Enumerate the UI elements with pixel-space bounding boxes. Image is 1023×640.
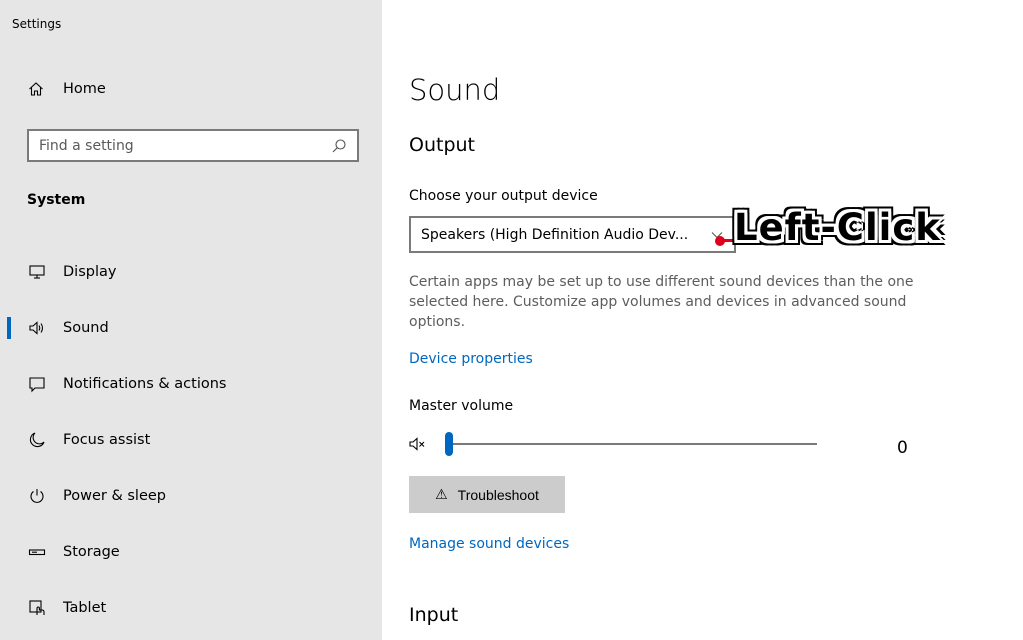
troubleshoot-button[interactable]: ⚠ Troubleshoot xyxy=(409,476,565,513)
manage-sound-devices-link[interactable]: Manage sound devices xyxy=(409,536,569,552)
sidebar-item-label: Sound xyxy=(63,320,109,336)
mute-icon[interactable] xyxy=(409,435,429,455)
search-box[interactable] xyxy=(27,129,359,162)
sidebar-item-label: Storage xyxy=(63,544,120,560)
device-properties-link[interactable]: Device properties xyxy=(409,351,533,367)
master-volume-label: Master volume xyxy=(409,398,514,414)
output-heading: Output xyxy=(409,134,475,156)
output-help-text: Certain apps may be set up to use differ… xyxy=(409,274,914,330)
output-device-dropdown[interactable]: Speakers (High Definition Audio Dev... xyxy=(409,216,736,253)
sidebar-item-notifications[interactable]: Notifications & actions xyxy=(0,356,382,412)
home-label: Home xyxy=(63,81,106,97)
page-title: Sound xyxy=(409,73,501,107)
home-icon xyxy=(27,80,45,98)
search-input[interactable] xyxy=(29,131,331,160)
sidebar-item-display[interactable]: Display xyxy=(0,244,382,300)
sidebar-nav: Display Sound Notifications & actions Fo… xyxy=(0,244,382,636)
sidebar-item-focus-assist[interactable]: Focus assist xyxy=(0,412,382,468)
sidebar-item-label: Display xyxy=(63,264,117,280)
sidebar-item-label: Tablet xyxy=(63,600,107,616)
search-icon[interactable] xyxy=(331,138,347,154)
notification-icon xyxy=(27,374,47,394)
sidebar-item-label: Focus assist xyxy=(63,432,151,448)
storage-icon xyxy=(27,542,47,562)
power-icon xyxy=(27,486,47,506)
main-content: Sound Output Choose your output device S… xyxy=(382,0,1023,640)
sidebar-item-storage[interactable]: Storage xyxy=(0,524,382,580)
annotation-label: Left-Click xyxy=(734,206,941,249)
output-device-label: Choose your output device xyxy=(409,188,598,204)
app-title: Settings xyxy=(12,17,62,31)
speaker-icon xyxy=(27,318,47,338)
home-nav-item[interactable]: Home xyxy=(27,80,106,98)
section-title: System xyxy=(27,192,86,208)
sidebar: Settings Home System Display Sound xyxy=(0,0,382,640)
display-icon xyxy=(27,262,47,282)
volume-value: 0 xyxy=(897,438,908,458)
sidebar-item-tablet[interactable]: Tablet xyxy=(0,580,382,636)
volume-slider-track[interactable] xyxy=(445,443,817,445)
sidebar-item-label: Power & sleep xyxy=(63,488,166,504)
output-device-value: Speakers (High Definition Audio Dev... xyxy=(421,226,689,243)
input-heading: Input xyxy=(409,604,459,626)
tablet-icon xyxy=(27,598,47,618)
sidebar-item-sound[interactable]: Sound xyxy=(0,300,382,356)
volume-slider-thumb[interactable] xyxy=(445,432,453,456)
sidebar-item-power-sleep[interactable]: Power & sleep xyxy=(0,468,382,524)
moon-icon xyxy=(27,430,47,450)
warning-icon: ⚠ xyxy=(435,486,448,502)
troubleshoot-label: Troubleshoot xyxy=(457,486,539,503)
volume-row: 0 xyxy=(409,430,929,460)
sidebar-item-label: Notifications & actions xyxy=(63,376,227,392)
annotation-pointer-dot xyxy=(715,236,725,246)
